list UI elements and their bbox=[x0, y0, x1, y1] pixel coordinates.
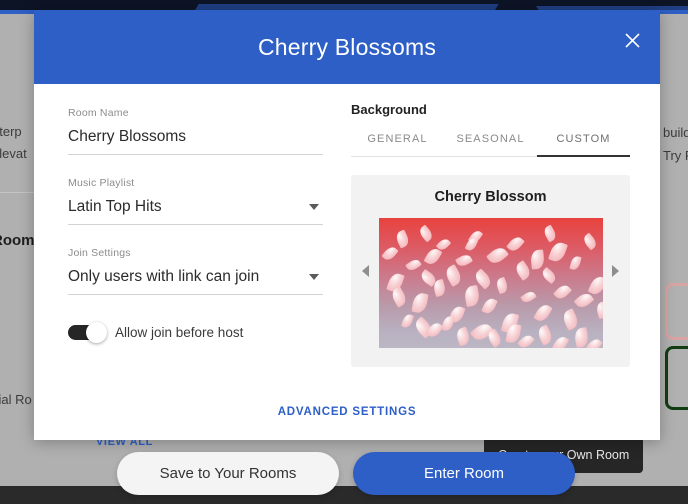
background-text-fragment-4: build bbox=[663, 125, 688, 140]
toggle-knob bbox=[86, 322, 107, 343]
background-carousel: Cherry Blossom bbox=[351, 175, 630, 367]
close-icon[interactable] bbox=[618, 26, 646, 54]
settings-form: Room Name Music Playlist Latin Top Hits … bbox=[68, 102, 323, 389]
petal-shape bbox=[519, 289, 537, 305]
background-section-title: Background bbox=[351, 102, 427, 117]
petal-shape bbox=[454, 252, 473, 269]
save-to-your-rooms-button[interactable]: Save to Your Rooms bbox=[117, 452, 339, 495]
background-text-fragment-3: cial Ro bbox=[0, 392, 32, 407]
petal-shape bbox=[580, 232, 599, 251]
field-music-playlist: Music Playlist Latin Top Hits bbox=[68, 177, 323, 225]
modal-title: Cherry Blossoms bbox=[257, 33, 437, 60]
petal-shape bbox=[529, 249, 545, 270]
petal-shape bbox=[453, 326, 472, 347]
room-name-input[interactable] bbox=[68, 128, 323, 146]
join-settings-select[interactable]: Only users with link can join bbox=[68, 268, 323, 295]
chevron-left-icon[interactable] bbox=[362, 265, 369, 277]
petal-shape bbox=[539, 266, 558, 285]
join-settings-value: Only users with link can join bbox=[68, 268, 260, 285]
background-bottom-bar bbox=[0, 486, 688, 504]
petal-shape bbox=[404, 257, 422, 273]
petal-shape bbox=[573, 290, 594, 311]
petal-shape bbox=[462, 284, 481, 308]
music-playlist-label: Music Playlist bbox=[68, 177, 135, 189]
background-text-fragment-1: nterp bbox=[0, 124, 22, 139]
background-text-fragment-2: elevat bbox=[0, 146, 27, 161]
petal-shape bbox=[505, 234, 525, 254]
chevron-down-icon bbox=[309, 204, 319, 210]
petal-shape bbox=[485, 244, 509, 267]
modal-header: Cherry Blossoms bbox=[34, 10, 660, 84]
petal-shape bbox=[568, 255, 582, 271]
petal-shape bbox=[393, 229, 411, 249]
petal-shape bbox=[380, 244, 399, 263]
background-divider-left bbox=[0, 192, 34, 193]
room-name-control[interactable] bbox=[68, 128, 323, 155]
petal-shape bbox=[494, 276, 509, 295]
petal-shape bbox=[442, 264, 464, 287]
allow-join-before-host-row: Allow join before host bbox=[68, 322, 323, 343]
background-tabs: GENERAL SEASONAL CUSTOM bbox=[351, 133, 630, 157]
chevron-right-icon[interactable] bbox=[612, 265, 619, 277]
app-root: nterp elevat Room cial Ro build Try F VI… bbox=[0, 0, 688, 504]
background-heading-rooms: Room bbox=[0, 232, 35, 249]
advanced-settings-row: ADVANCED SETTINGS bbox=[34, 389, 660, 440]
background-preview-image[interactable] bbox=[378, 218, 603, 348]
petal-shape bbox=[410, 291, 429, 315]
tab-general[interactable]: GENERAL bbox=[351, 133, 444, 156]
advanced-settings-link[interactable]: ADVANCED SETTINGS bbox=[278, 406, 417, 418]
tab-custom[interactable]: CUSTOM bbox=[537, 133, 630, 157]
petal-shape bbox=[400, 312, 414, 330]
petal-shape bbox=[551, 334, 569, 348]
petal-shape bbox=[512, 260, 533, 281]
petal-shape bbox=[560, 308, 580, 331]
petal-shape bbox=[416, 224, 435, 243]
petal-shape bbox=[440, 314, 455, 333]
petal-shape bbox=[541, 224, 558, 243]
background-text-fragment-5: Try F bbox=[663, 148, 688, 163]
tab-seasonal[interactable]: SEASONAL bbox=[444, 133, 537, 156]
petal-shape bbox=[532, 302, 553, 324]
join-settings-label: Join Settings bbox=[68, 247, 131, 259]
field-join-settings: Join Settings Only users with link can j… bbox=[68, 247, 323, 295]
petal-shape bbox=[464, 236, 478, 253]
room-settings-modal: Cherry Blossoms Room Name Music Play bbox=[34, 10, 660, 440]
room-name-label: Room Name bbox=[68, 107, 129, 119]
music-playlist-value: Latin Top Hits bbox=[68, 198, 162, 215]
petal-shape bbox=[480, 296, 498, 316]
background-room-card-pink[interactable] bbox=[665, 283, 688, 340]
petal-shape bbox=[535, 324, 554, 346]
allow-join-before-host-label: Allow join before host bbox=[115, 325, 244, 340]
enter-room-button[interactable]: Enter Room bbox=[353, 452, 575, 495]
petal-shape bbox=[552, 282, 572, 302]
petal-shape bbox=[594, 300, 603, 320]
modal-body: Room Name Music Playlist Latin Top Hits … bbox=[34, 84, 660, 389]
music-playlist-select[interactable]: Latin Top Hits bbox=[68, 198, 323, 225]
allow-join-before-host-toggle[interactable] bbox=[68, 322, 107, 343]
background-room-card-green[interactable] bbox=[665, 346, 688, 410]
chevron-down-icon bbox=[309, 274, 319, 280]
background-picker: Background GENERAL SEASONAL CUSTOM Cherr… bbox=[351, 102, 630, 389]
field-room-name: Room Name bbox=[68, 107, 323, 155]
petal-shape bbox=[547, 240, 568, 264]
carousel-item-title: Cherry Blossom bbox=[434, 189, 547, 205]
